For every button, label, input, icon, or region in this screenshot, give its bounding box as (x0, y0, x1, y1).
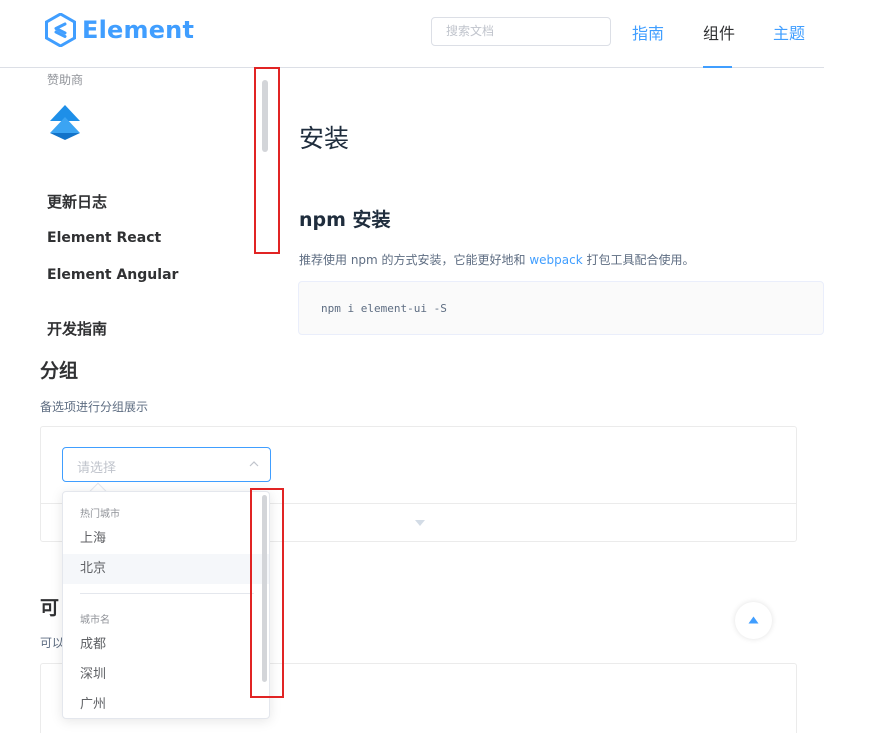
install-title: 安装 (299, 124, 350, 153)
webpack-link[interactable]: webpack (529, 253, 582, 267)
group-section-title: 分组 (40, 360, 79, 382)
npm-desc-text-before: 推荐使用 npm 的方式安装，它能更好地和 (299, 253, 530, 267)
npm-desc-text-after: 打包工具配合使用。 (582, 253, 695, 267)
expand-code-caret-icon[interactable] (415, 520, 425, 526)
option-guangzhou[interactable]: 广州 (63, 690, 269, 718)
nav-guide[interactable]: 指南 (632, 20, 664, 44)
option-group-title-cities: 城市名 (80, 615, 110, 626)
next-section-description: 可以 (40, 636, 65, 650)
element-logo[interactable]: Element (45, 12, 194, 48)
sidebar-item-dev-guide[interactable]: 开发指南 (47, 318, 107, 339)
active-nav-indicator (703, 66, 732, 68)
nav-component[interactable]: 组件 (703, 20, 735, 44)
code-block: npm i element-ui -S (298, 281, 824, 335)
top-header: Element 搜索文档 指南 组件 主题 (0, 0, 824, 68)
highlight-box-dropdown-scrollbar (250, 488, 284, 698)
logo-text: Element (82, 16, 195, 44)
code-line: npm i element-ui -S (321, 302, 447, 315)
nav-theme[interactable]: 主题 (773, 20, 805, 44)
sidebar-item-element-react[interactable]: Element React (47, 230, 161, 246)
group-select[interactable]: 请选择 (62, 447, 271, 482)
option-group-title-hot: 热门城市 (80, 509, 120, 520)
npm-install-description: 推荐使用 npm 的方式安装，它能更好地和 webpack 打包工具配合使用。 (299, 251, 695, 268)
option-chengdu[interactable]: 成都 (63, 630, 269, 660)
option-beijing[interactable]: 北京 (63, 554, 269, 584)
chevron-up-icon (249, 461, 259, 467)
select-dropdown: 热门城市 上海 北京 城市名 成都 深圳 广州 (62, 491, 270, 719)
option-shanghai[interactable]: 上海 (63, 524, 269, 554)
back-to-top-button[interactable] (735, 602, 772, 639)
group-section-description: 备选项进行分组展示 (40, 400, 149, 414)
option-group-separator (80, 593, 254, 594)
caret-up-icon (748, 616, 759, 624)
element-logo-icon (45, 13, 76, 47)
search-input[interactable]: 搜索文档 (431, 17, 611, 46)
sponsor-label: 赞助商 (47, 73, 84, 87)
npm-install-title: npm 安装 (299, 209, 391, 231)
sidebar-item-element-angular[interactable]: Element Angular (47, 267, 178, 283)
sponsor-logo[interactable] (49, 103, 81, 145)
highlight-box-sidebar-scrollbar (254, 67, 280, 254)
sponsor-logo-icon (50, 105, 80, 140)
select-placeholder: 请选择 (77, 461, 117, 476)
sidebar: 赞助商 更新日志 Element React Element Angular 开… (0, 68, 280, 344)
sidebar-item-changelog[interactable]: 更新日志 (47, 191, 107, 212)
next-section-title: 可 (40, 597, 60, 619)
option-shenzhen[interactable]: 深圳 (63, 660, 269, 690)
